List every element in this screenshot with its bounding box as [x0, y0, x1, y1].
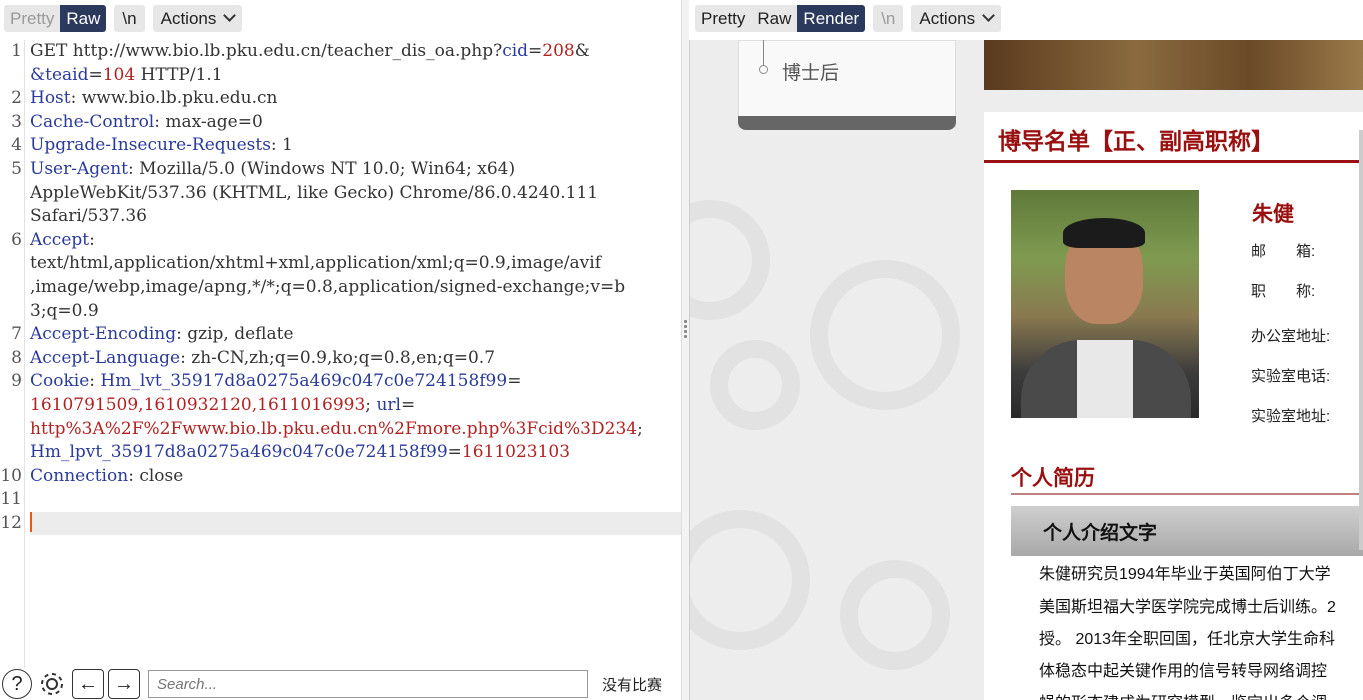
tab-pretty[interactable]: Pretty	[695, 5, 751, 32]
empty-line	[30, 488, 681, 512]
line-number-gutter: 1 2 3 4 5 6 7 8 9 10 11 12	[0, 40, 25, 668]
tab-raw[interactable]: Raw	[60, 4, 107, 32]
line-number: 12	[0, 513, 22, 533]
header-user-agent-wrap: AppleWebKit/537.36 (KHTML, like Gecko) C…	[30, 182, 599, 203]
response-toolbar: Pretty Raw Render \n Actions	[691, 0, 1002, 36]
request-line: GET http://www.bio.lb.pku.edu.cn/teacher…	[30, 41, 590, 61]
header-cookie-wrap: http%3A%2F%2Fwww.bio.lb.pku.edu.cn%2Fmor…	[30, 418, 643, 439]
chevron-down-icon	[982, 9, 995, 22]
page-heading: 博导名单【正、副高职称】	[998, 128, 1274, 154]
field-office-address: 办公室地址:	[1251, 328, 1331, 345]
bio-paragraph-line: 蝇的形态建成为研究模型，鉴定出多个调	[1039, 689, 1327, 700]
header-cookie-wrap: 1610791509,1610932120,1611016993; url=	[30, 394, 416, 415]
timeline-dot	[759, 65, 768, 74]
request-line-wrap: &teaid=104 HTTP/1.1	[30, 64, 223, 85]
profile-content: 博导名单【正、副高职称】 朱健 邮 箱: 职 称: 办公室地址: 实验室电话: …	[984, 112, 1363, 700]
actions-label: Actions	[919, 8, 976, 28]
render-scrollbar[interactable]	[1359, 130, 1363, 550]
header-upgrade-insecure: Upgrade-Insecure-Requests: 1	[30, 135, 293, 156]
line-number: 4	[11, 135, 22, 156]
chevron-down-icon	[223, 9, 237, 22]
header-accept-encoding: Accept-Encoding: gzip, deflate	[30, 324, 294, 345]
line-number: 1	[11, 41, 22, 61]
actions-label: Actions	[160, 8, 217, 28]
section-title: 个人简历	[1011, 467, 1095, 490]
background-pattern	[710, 340, 800, 430]
intro-header: 个人介绍文字	[1011, 506, 1363, 556]
line-number: 6	[11, 229, 22, 250]
field-title: 职 称:	[1251, 283, 1316, 300]
line-number: 2	[11, 88, 22, 109]
gear-icon[interactable]	[36, 669, 68, 699]
profile-name: 朱健	[1252, 203, 1294, 226]
previous-arrow-icon[interactable]: ←	[72, 669, 104, 699]
line-number: 5	[11, 159, 22, 179]
current-line[interactable]	[30, 511, 681, 536]
sidebar-item-postdoc[interactable]: 博士后	[782, 58, 839, 85]
sidebar-menu-footer	[738, 116, 956, 130]
header-accept: Accept:	[30, 229, 95, 250]
view-mode-toggle: Pretty Raw	[4, 4, 107, 32]
line-number: 11	[0, 489, 22, 510]
header-cookie: Cookie: Hm_lvt_35917d8a0275a469c047c0e72…	[30, 371, 522, 392]
intro-title: 个人介绍文字	[1043, 523, 1158, 544]
header-user-agent-wrap: Safari/537.36	[30, 206, 147, 227]
field-lab-address: 实验室地址:	[1251, 408, 1331, 425]
background-pattern	[690, 200, 770, 320]
line-number: 9	[11, 371, 22, 392]
section-underline	[1011, 493, 1363, 495]
bio-paragraph-line: 朱健研究员1994年毕业于英国阿伯丁大学	[1039, 566, 1331, 583]
request-text: GET http://www.bio.lb.pku.edu.cn/teacher…	[30, 40, 681, 536]
header-banner-image	[984, 40, 1363, 90]
line-number: 8	[11, 347, 22, 368]
match-count: 没有比赛	[602, 676, 663, 694]
header-user-agent: User-Agent: Mozilla/5.0 (Windows NT 10.0…	[30, 158, 516, 179]
bio-paragraph-line: 授。 2013年全职回国，任北京大学生命科	[1039, 631, 1336, 648]
background-pattern	[840, 560, 950, 670]
header-cookie-wrap: Hm_lpvt_35917d8a0275a469c047c0e724158f99…	[30, 442, 571, 463]
newline-toggle-button[interactable]: \n	[873, 4, 904, 32]
header-accept-wrap: ,image/webp,image/apng,*/*;q=0.8,applica…	[30, 276, 626, 297]
actions-dropdown[interactable]: Actions	[152, 4, 243, 32]
search-bar: ? ← → 没有比赛	[0, 668, 681, 700]
response-pane: Pretty Raw Render \n Actions 博士后 博导名单【正、…	[689, 0, 1363, 700]
header-accept-wrap: 3;q=0.9	[30, 300, 99, 321]
background-pattern	[810, 260, 960, 410]
request-pane: Pretty Raw \n Actions 1 2 3 4 5 6 7 8 9 …	[0, 0, 681, 700]
actions-dropdown[interactable]: Actions	[911, 4, 1002, 32]
request-editor[interactable]: 1 2 3 4 5 6 7 8 9 10 11 12 GET http://ww…	[0, 40, 681, 668]
field-lab-phone: 实验室电话:	[1251, 368, 1331, 385]
field-email: 邮 箱:	[1251, 243, 1316, 260]
tab-raw[interactable]: Raw	[751, 5, 797, 32]
text-caret	[30, 512, 32, 533]
bio-paragraph-line: 美国斯坦福大学医学院完成博士后训练。2	[1039, 599, 1336, 616]
search-input[interactable]	[148, 670, 588, 698]
line-number: 10	[0, 465, 22, 486]
view-mode-toggle: Pretty Raw Render	[695, 4, 866, 32]
line-number: 3	[11, 111, 22, 132]
line-number: 7	[11, 324, 22, 345]
rendered-page: 博士后 博导名单【正、副高职称】 朱健 邮 箱: 职 称: 办公室地址: 实验室…	[689, 40, 1363, 700]
profile-photo	[1011, 190, 1199, 418]
heading-underline	[984, 160, 1363, 163]
help-icon[interactable]: ?	[2, 669, 32, 699]
newline-toggle-button[interactable]: \n	[114, 4, 145, 32]
request-toolbar: Pretty Raw \n Actions	[0, 0, 243, 36]
next-arrow-icon[interactable]: →	[108, 669, 140, 699]
header-cache-control: Cache-Control: max-age=0	[30, 111, 263, 132]
background-pattern	[690, 510, 810, 650]
header-host: Host: www.bio.lb.pku.edu.cn	[30, 88, 278, 109]
tab-render[interactable]: Render	[797, 4, 866, 32]
drag-handle-icon	[684, 318, 687, 340]
header-accept-language: Accept-Language: zh-CN,zh;q=0.9,ko;q=0.8…	[30, 347, 496, 368]
pane-splitter[interactable]	[681, 0, 689, 700]
timeline-line	[763, 40, 764, 66]
header-accept-wrap: text/html,application/xhtml+xml,applicat…	[30, 253, 601, 274]
header-connection: Connection: close	[30, 465, 184, 486]
tab-pretty[interactable]: Pretty	[4, 5, 60, 32]
bio-paragraph-line: 体稳态中起关键作用的信号转导网络调控	[1039, 663, 1328, 680]
sidebar-menu	[738, 40, 956, 128]
